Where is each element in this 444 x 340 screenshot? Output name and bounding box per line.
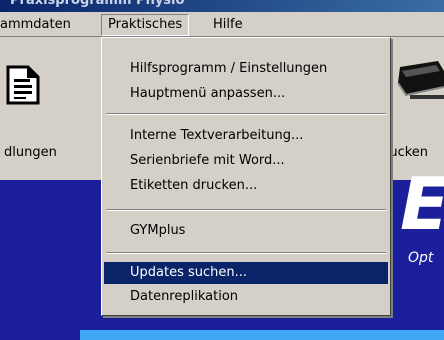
toolbar-label-behandlungen: dlungen (4, 145, 57, 160)
menu-item-etiketten-drucken[interactable]: Etiketten drucken... (104, 175, 388, 197)
menu-praktisches[interactable]: Praktisches (101, 14, 190, 36)
menu-item-hauptmenue-anpassen[interactable]: Hauptmenü anpassen... (104, 83, 388, 105)
menu-stammdaten[interactable]: ammdaten (0, 16, 71, 34)
logo-letter: E (400, 162, 444, 246)
menu-item-updates-suchen[interactable]: Updates suchen... (104, 262, 388, 284)
document-icon (6, 65, 40, 105)
menu-hilfe[interactable]: Hilfe (213, 16, 243, 34)
toolbar-button-drucken[interactable]: rucken (384, 37, 444, 177)
toolbar-button-behandlungen[interactable]: dlungen (0, 37, 90, 177)
praktisches-dropdown-menu: Hilfsprogramm / Einstellungen Hauptmenü … (101, 37, 391, 316)
window-title: Praxisprogramm Physio (10, 0, 185, 8)
menu-item-hilfsprogramm-einstellungen[interactable]: Hilfsprogramm / Einstellungen (104, 58, 388, 80)
printer-icon (397, 61, 444, 99)
logo-subtitle: Opt (408, 250, 434, 266)
menu-separator (106, 252, 386, 254)
menu-separator (106, 209, 386, 211)
menu-separator (106, 113, 386, 115)
content-banner (80, 330, 444, 340)
title-bar: Praxisprogramm Physio (0, 0, 444, 12)
menu-item-interne-textverarbeitung[interactable]: Interne Textverarbeitung... (104, 125, 388, 147)
menu-item-serienbriefe-word[interactable]: Serienbriefe mit Word... (104, 150, 388, 172)
menu-bar: ammdaten Praktisches Hilfe (0, 12, 444, 37)
menu-item-datenreplikation[interactable]: Datenreplikation (104, 286, 388, 308)
menu-item-gymplus[interactable]: GYMplus (104, 220, 388, 242)
